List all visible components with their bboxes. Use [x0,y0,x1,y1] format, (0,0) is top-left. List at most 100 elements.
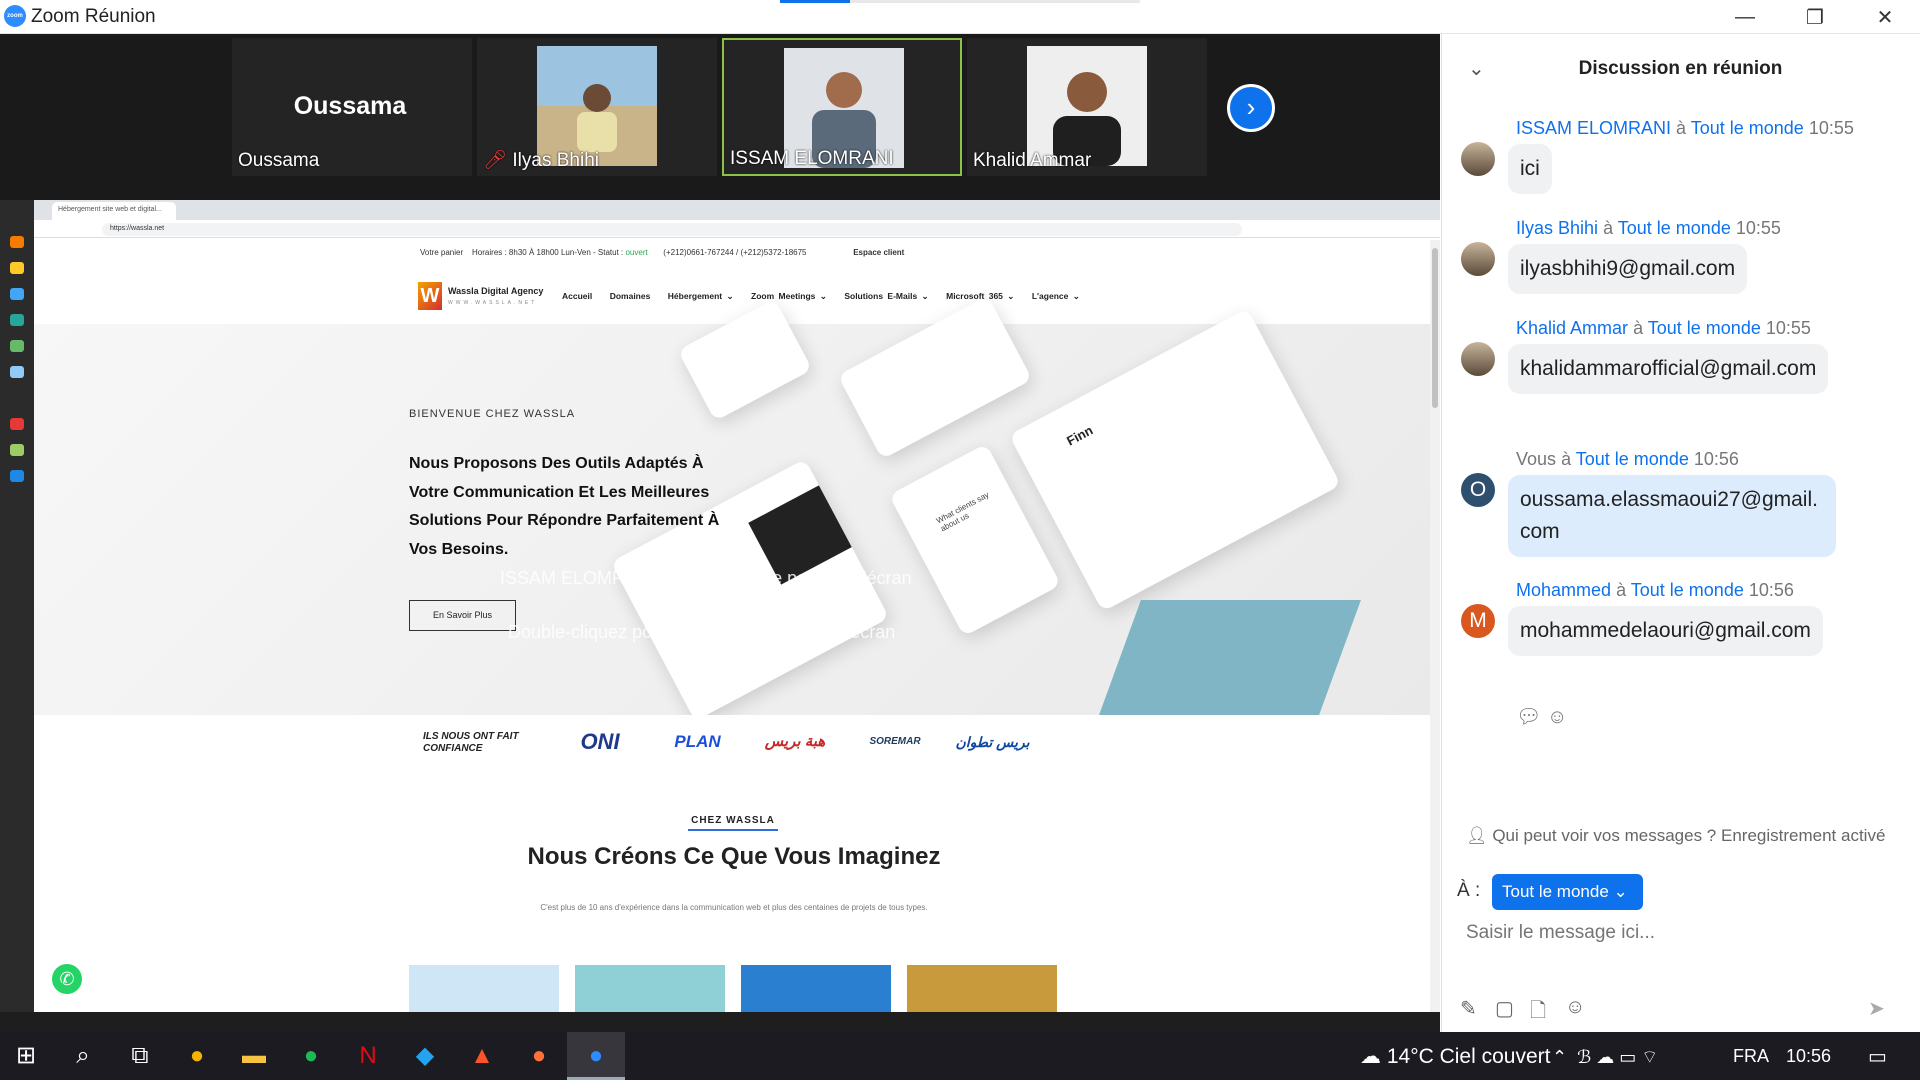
reaction-actions[interactable]: 💬︎ ☺︎ [1516,704,1567,729]
recipient-name[interactable]: Tout le monde [1576,449,1689,469]
search-icon[interactable]: ⌕ [71,1044,95,1068]
cart-link[interactable]: Votre panier [420,248,463,257]
chat-message-header: Ilyas Bhihi à Tout le monde 10:55 [1516,218,1781,238]
sender-name[interactable]: ISSAM ELOMRANI [1516,118,1671,138]
address-bar[interactable]: https://wassla.net [102,223,1242,236]
browser-scrollbar[interactable] [1430,240,1440,1012]
chat-avatar [1461,242,1495,276]
recipient-name[interactable]: Tout le monde [1691,118,1804,138]
portfolio-thumb[interactable] [575,965,725,1012]
nav-item[interactable]: Accueil [562,291,592,301]
vscode-icon[interactable]: ◆ [413,1044,437,1068]
who-can-see[interactable]: 👤︎ Qui peut voir vos messages ? Enregist… [1466,826,1885,846]
section-subtitle: C'est plus de 10 ans d'expérience dans l… [540,903,928,912]
whatsapp-icon[interactable]: ✆ [50,962,84,996]
portfolio-thumb[interactable] [409,965,559,1012]
participant-big-name: Oussama [293,92,407,120]
netflix-icon[interactable]: N [356,1044,380,1068]
participant-name: Khalid Ammar [973,150,1092,171]
share-bottom-bar [0,1012,1440,1032]
screenshot-icon[interactable]: ▢ [1495,996,1514,1021]
remote-app-icon [10,340,24,352]
recipient-name[interactable]: Tout le monde [1618,218,1731,238]
portfolio-thumb[interactable] [907,965,1057,1012]
client-space-link[interactable]: Espace client [853,248,904,257]
restore-button[interactable]: ❐ [1780,0,1850,34]
client-logo: PLAN [674,732,721,751]
nav-item[interactable]: Hébergement ⌄ [668,291,734,301]
remote-app-icon [10,262,24,274]
site-nav: Accueil Domaines Hébergement ⌄ Zoom Meet… [562,291,1080,302]
close-button[interactable]: ✕ [1850,0,1920,34]
message-time: 10:55 [1765,318,1811,338]
file-explorer-icon[interactable]: ▬ [242,1044,266,1068]
file-icon[interactable]: 🗋︎ [1530,996,1546,1030]
title-bar [0,0,1920,34]
sender-name[interactable]: Vous [1516,449,1556,469]
sender-name[interactable]: Khalid Ammar [1516,318,1628,338]
portfolio-thumb[interactable] [741,965,891,1012]
view-indicator [780,0,1140,3]
section-kicker: CHEZ WASSLA [688,815,778,831]
remote-app-icon [10,418,24,430]
remote-app-icon [10,470,24,482]
language-indicator[interactable]: FRA [1733,1046,1769,1067]
notification-icon[interactable]: ▭ [1868,1044,1887,1069]
to-label: À : [1457,880,1481,901]
remote-app-icon [10,288,24,300]
trust-band [34,715,1431,773]
send-icon[interactable]: ➤ [1868,996,1885,1021]
chat-avatar [1461,342,1495,376]
remote-app-icon [10,314,24,326]
message-time: 10:56 [1693,449,1739,469]
format-icon[interactable]: ✎ [1460,996,1477,1021]
site-logo-icon[interactable]: W [418,282,442,310]
participant-tile-ilyas[interactable]: 🎤︎ Ilyas Bhihi [477,38,717,176]
nav-item[interactable]: Domaines [610,291,651,301]
muted-mic-icon: 🎤︎ [483,150,508,171]
message-time: 10:55 [1808,118,1854,138]
participant-tile-issam[interactable]: ISSAM ELOMRANI [722,38,962,176]
site-logo-text[interactable]: Wassla Digital Agency WWW.WASSLA.NET [448,286,543,306]
zoom-icon[interactable]: ● [584,1044,608,1068]
chat-title: Discussion en réunion [1578,58,1783,79]
chat-message-bubble[interactable]: oussama.elassmaoui27@gmail.com [1508,475,1836,557]
recipient-dropdown[interactable]: Tout le monde ⌄ [1492,874,1643,910]
browser-tab[interactable]: Hébergement site web et digital... [52,202,176,220]
spotify-icon[interactable]: ● [299,1044,323,1068]
windows-icon[interactable]: ⊞ [14,1044,38,1068]
brave-icon[interactable]: ▲ [470,1044,494,1068]
chat-message-bubble[interactable]: ilyasbhihi9@gmail.com [1508,244,1748,294]
chat-message-bubble[interactable]: mohammedelaouri@gmail.com [1508,606,1823,656]
emoji-icon[interactable]: ☺ [1565,996,1585,1019]
sender-name[interactable]: Ilyas Bhihi [1516,218,1598,238]
firefox-icon[interactable]: ● [527,1044,551,1068]
clock[interactable]: 10:56 [1786,1046,1831,1067]
sender-name[interactable]: Mohammed [1516,580,1611,600]
client-logo: SOREMAR [869,736,921,747]
chat-message-bubble[interactable]: ici [1508,144,1552,194]
hours-text: Horaires : 8h30 À 18h00 Lun-Ven - Statut… [472,248,624,257]
participant-strip [0,34,1440,200]
window-title: Zoom Réunion [31,6,156,27]
fullscreen-hint: Double-cliquez pour passer en mode plein… [508,622,896,642]
recipient-name[interactable]: Tout le monde [1631,580,1744,600]
chrome-icon[interactable]: ● [185,1044,209,1068]
nav-item[interactable]: Zoom Meetings ⌄ [751,291,827,301]
minimize-button[interactable]: — [1710,0,1780,34]
learn-more-button[interactable]: En Savoir Plus [409,600,516,631]
next-participants-button[interactable]: › [1227,84,1275,132]
task-view-icon[interactable]: ⧉ [128,1044,152,1068]
weather-text[interactable]: ☁ 14°C Ciel couvert [1360,1044,1550,1069]
tray-icons[interactable]: ⌃ ℬ ☁ ▭ ⌔ [1552,1046,1658,1069]
nav-item[interactable]: L'agence ⌄ [1032,291,1080,301]
chat-message-bubble[interactable]: khalidammarofficial@gmail.com [1508,344,1829,394]
client-logo: هبة بريس [764,733,826,750]
participant-tile-khalid[interactable]: Khalid Ammar [967,38,1207,176]
chevron-down-icon: ⌄ [1613,882,1628,901]
participant-name: ISSAM ELOMRANI [730,148,894,169]
nav-item[interactable]: Solutions E-Mails ⌄ [844,291,928,301]
chat-message-header: Mohammed à Tout le monde 10:56 [1516,580,1794,600]
recipient-name[interactable]: Tout le monde [1648,318,1761,338]
message-input[interactable] [1466,922,1886,944]
